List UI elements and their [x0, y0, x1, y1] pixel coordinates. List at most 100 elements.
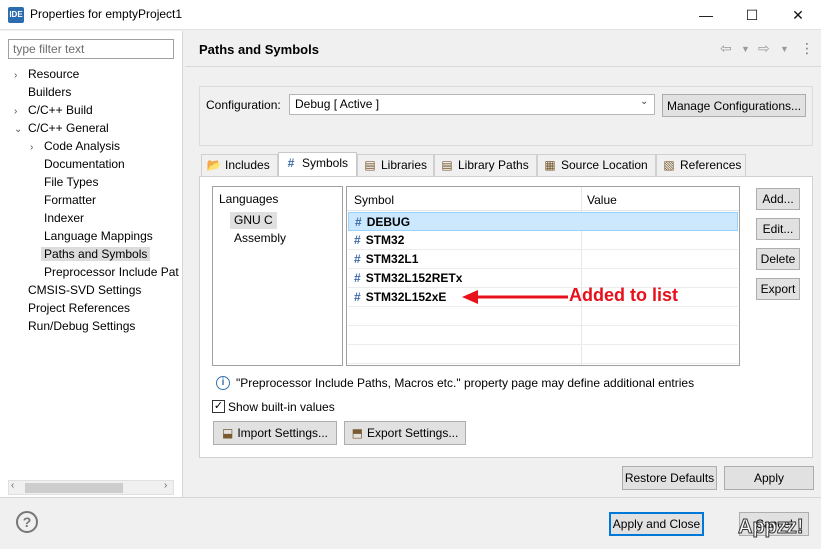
- tab-icon: #: [287, 156, 295, 170]
- tab-references[interactable]: ▧ References: [656, 154, 746, 176]
- configuration-select[interactable]: Debug [ Active ]: [289, 94, 655, 115]
- configuration-label: Configuration:: [206, 98, 281, 112]
- tab-label: Source Location: [561, 158, 648, 172]
- maximize-button[interactable]: ☐: [729, 0, 775, 30]
- watermark-logo: Appzz!: [738, 516, 805, 539]
- sidebar-item-label: Code Analysis: [44, 139, 121, 153]
- import-settings-button[interactable]: ⬓ Import Settings...: [213, 421, 337, 445]
- tab-symbols[interactable]: # Symbols: [278, 152, 357, 177]
- window-title: Properties for emptyProject1: [30, 7, 183, 21]
- scroll-left-icon[interactable]: ‹: [11, 480, 14, 491]
- sidebar-item-label: Project References: [28, 301, 131, 315]
- tab-label: Symbols: [302, 156, 349, 170]
- export-icon: ⬒: [351, 426, 363, 440]
- scroll-right-icon[interactable]: ›: [164, 480, 167, 491]
- annotation-label: Added to list: [569, 285, 678, 305]
- delete-button[interactable]: Delete: [756, 248, 800, 270]
- hash-icon: #: [354, 271, 361, 285]
- add-button[interactable]: Add...: [756, 188, 800, 210]
- sidebar-item[interactable]: Paths and Symbols: [30, 245, 151, 263]
- sidebar-horizontal-scrollbar[interactable]: ‹ ›: [8, 480, 174, 495]
- bottom-divider: [0, 497, 821, 498]
- red-arrow-icon: [462, 290, 568, 304]
- header-divider: [347, 210, 739, 211]
- empty-table-row: [348, 326, 738, 345]
- sidebar-item[interactable]: Preprocessor Include Pat: [30, 263, 179, 281]
- sidebar-item[interactable]: ⌄ C/C++ General: [14, 119, 109, 137]
- language-item-gnu-c[interactable]: GNU C: [230, 212, 277, 229]
- table-row[interactable]: # STM32L1: [348, 250, 738, 269]
- language-item-assembly[interactable]: Assembly: [234, 231, 286, 245]
- export-settings-button[interactable]: ⬒ Export Settings...: [344, 421, 466, 445]
- symbol-name: DEBUG: [366, 215, 411, 229]
- more-menu-icon[interactable]: ⋮: [800, 40, 814, 57]
- apply-button[interactable]: Apply: [724, 466, 814, 490]
- hash-icon: #: [355, 215, 362, 229]
- sidebar-item-label: C/C++ Build: [28, 103, 93, 117]
- edit-button[interactable]: Edit...: [756, 218, 800, 240]
- tab-icon: ▧: [663, 158, 675, 172]
- back-arrow-icon[interactable]: ⇦: [720, 40, 732, 57]
- tab-label: Libraries: [381, 158, 428, 172]
- hash-icon: #: [354, 233, 361, 247]
- chevron-down-icon[interactable]: ⌄: [14, 121, 28, 139]
- help-icon[interactable]: ?: [16, 511, 38, 533]
- sidebar-item-label: Formatter: [44, 193, 97, 207]
- sidebar-item-label: Indexer: [44, 211, 85, 225]
- tab-icon: ▤: [364, 158, 376, 172]
- tab-libraries[interactable]: ▤ Libraries: [357, 154, 434, 176]
- sidebar-item[interactable]: Documentation: [30, 155, 125, 173]
- sidebar-item[interactable]: Project References: [14, 299, 130, 317]
- sidebar-item[interactable]: Run/Debug Settings: [14, 317, 135, 335]
- sidebar-item[interactable]: Indexer: [30, 209, 84, 227]
- column-header-symbol[interactable]: Symbol: [354, 193, 394, 207]
- sidebar-item[interactable]: › C/C++ Build: [14, 101, 93, 119]
- sidebar-item-label: Run/Debug Settings: [28, 319, 136, 333]
- column-header-value[interactable]: Value: [587, 193, 617, 207]
- symbol-name: STM32L1: [365, 252, 419, 266]
- sidebar-item[interactable]: Language Mappings: [30, 227, 153, 245]
- tab-source-location[interactable]: ▦ Source Location: [537, 154, 656, 176]
- sidebar-panel: ›ResourceBuilders›C/C++ Build⌄C/C++ Gene…: [0, 31, 183, 497]
- minimize-button[interactable]: —: [683, 0, 729, 30]
- sidebar-item[interactable]: CMSIS-SVD Settings: [14, 281, 141, 299]
- tab-icon: 📂: [206, 158, 222, 172]
- tab-library-paths[interactable]: ▤ Library Paths: [434, 154, 537, 176]
- sidebar-item[interactable]: Formatter: [30, 191, 96, 209]
- table-row[interactable]: # DEBUG: [348, 212, 738, 231]
- sidebar-item[interactable]: File Types: [30, 173, 98, 191]
- sidebar-item[interactable]: › Resource: [14, 65, 79, 83]
- chevron-down-icon[interactable]: ⌄: [640, 96, 648, 107]
- sidebar-item-label: Documentation: [44, 157, 125, 171]
- scrollbar-thumb[interactable]: [25, 483, 123, 493]
- show-builtin-checkbox[interactable]: ✓: [212, 400, 225, 413]
- hash-icon: #: [354, 290, 361, 304]
- info-icon: i: [216, 376, 230, 390]
- info-text: "Preprocessor Include Paths, Macros etc.…: [236, 376, 695, 390]
- forward-arrow-icon[interactable]: ⇨: [758, 40, 770, 57]
- sidebar-item[interactable]: › Code Analysis: [30, 137, 120, 155]
- filter-input[interactable]: [8, 39, 174, 59]
- table-row[interactable]: # STM32: [348, 231, 738, 250]
- tab-label: Includes: [225, 158, 270, 172]
- show-builtin-label[interactable]: Show built-in values: [228, 400, 335, 414]
- hash-icon: #: [354, 252, 361, 266]
- sidebar-item[interactable]: Builders: [14, 83, 71, 101]
- manage-configurations-button[interactable]: Manage Configurations...: [662, 94, 806, 117]
- sidebar-item-label: C/C++ General: [28, 121, 109, 135]
- apply-and-close-button[interactable]: Apply and Close: [609, 512, 704, 536]
- close-button[interactable]: ✕: [775, 0, 821, 30]
- export-settings-label: Export Settings...: [366, 426, 459, 440]
- back-menu-chevron-icon[interactable]: ▼: [741, 44, 750, 54]
- import-settings-label: Import Settings...: [237, 426, 329, 440]
- table-row[interactable]: # STM32L152RETx: [348, 269, 738, 288]
- sidebar-item-label: CMSIS-SVD Settings: [28, 283, 142, 297]
- tab-icon: ▦: [544, 158, 556, 172]
- export-button[interactable]: Export: [756, 278, 800, 300]
- restore-defaults-button[interactable]: Restore Defaults: [622, 466, 717, 490]
- empty-table-row: [348, 345, 738, 364]
- tab-includes[interactable]: 📂 Includes: [201, 154, 278, 176]
- symbol-name: STM32L152xE: [365, 290, 447, 304]
- symbol-name: STM32: [365, 233, 405, 247]
- forward-menu-chevron-icon[interactable]: ▼: [780, 44, 789, 54]
